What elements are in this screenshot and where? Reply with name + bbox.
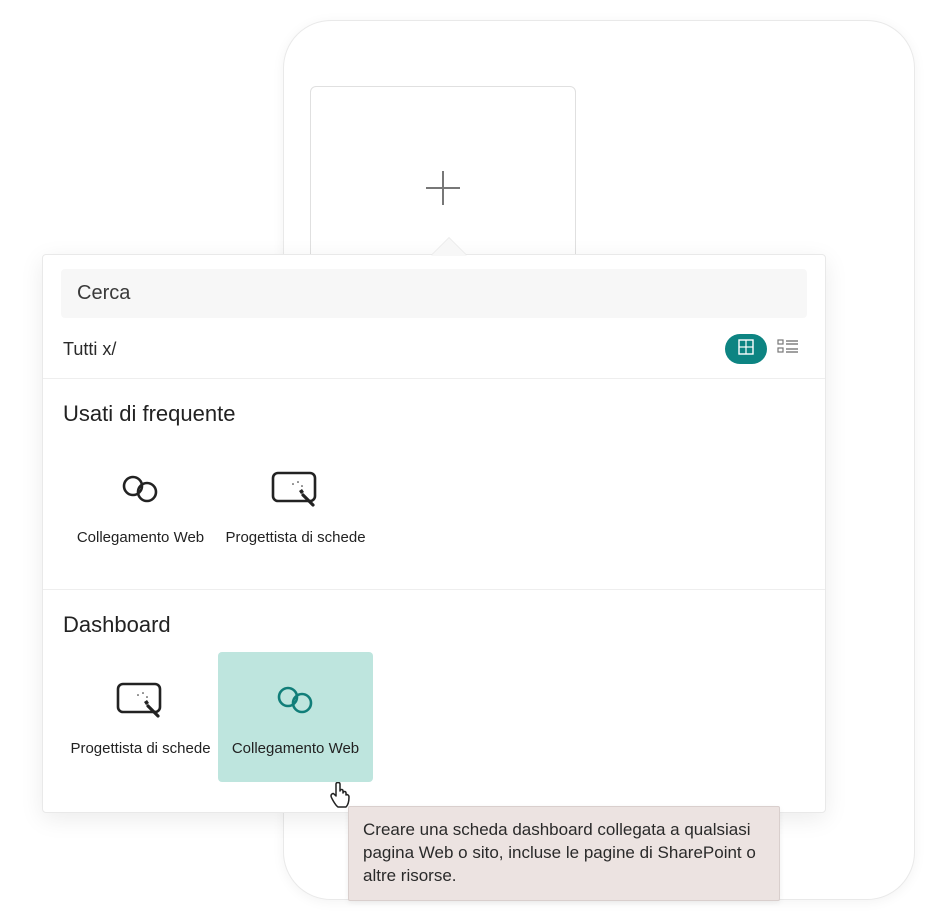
item-web-link-selected[interactable]: Collegamento Web [218,652,373,782]
section-frequently-used: Usati di frequente Collegamento Web [43,379,825,590]
view-toggle [725,334,805,364]
link-icon [115,467,167,511]
card-designer-icon [114,678,168,722]
search-input[interactable] [75,281,793,306]
list-icon [777,338,799,361]
card-designer-icon [269,467,323,511]
item-card-designer[interactable]: Progettista di schede [63,652,218,782]
section-title-dashboard: Dashboard [63,612,805,638]
section-dashboard: Dashboard Progettista di schede [43,590,825,812]
item-tooltip: Creare una scheda dashboard collegata a … [348,806,780,901]
item-web-link[interactable]: Collegamento Web [63,441,218,571]
item-label: Progettista di schede [225,529,365,546]
item-card-designer[interactable]: Progettista di schede [218,441,373,571]
link-icon [270,678,322,722]
search-field-wrap[interactable] [61,269,807,318]
grid-icon [737,338,755,361]
item-label: Collegamento Web [232,740,359,757]
grid-view-button[interactable] [725,334,767,364]
list-view-button[interactable] [771,334,805,364]
filter-dropdown[interactable]: Tutti x/ [63,339,116,360]
item-label: Collegamento Web [77,529,204,546]
item-label: Progettista di schede [70,740,210,757]
section-title-frequent: Usati di frequente [63,401,805,427]
card-picker-panel: Tutti x/ [42,254,826,813]
panel-caret [431,238,467,256]
plus-icon [422,167,464,209]
